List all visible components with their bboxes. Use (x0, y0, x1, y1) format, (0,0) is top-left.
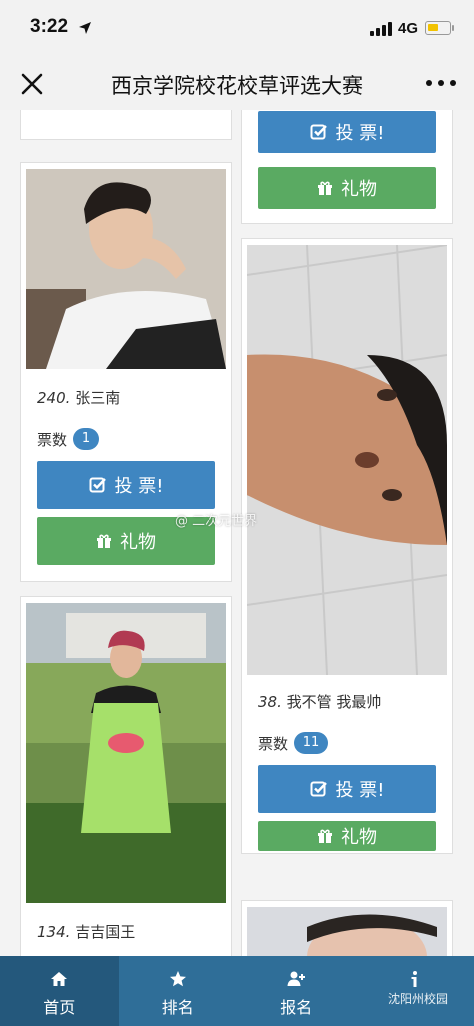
corner-watermark: 沈阳州校园 (388, 992, 449, 1006)
location-arrow-icon (79, 22, 91, 34)
watermark: @ 二次元世界 (175, 514, 258, 529)
contestant-name[interactable]: 134. 吉吉国王 (37, 921, 135, 942)
add-user-icon (287, 971, 306, 986)
more-options-icon[interactable] (426, 80, 456, 88)
vote-label: 投 票! (335, 780, 385, 801)
gift-label: 礼物 (120, 532, 156, 553)
gift-icon (318, 181, 332, 195)
battery-icon (425, 21, 451, 35)
info-icon (411, 971, 417, 987)
contestant-card: 38. 我不管 我最帅 票数 11 投 票! 礼物 (241, 238, 453, 854)
battery-cap (452, 25, 454, 31)
votes-label: 票数 (37, 431, 68, 449)
contestant-photo[interactable] (247, 245, 447, 675)
check-square-icon (310, 124, 327, 140)
vote-button[interactable]: 投 票! (37, 461, 215, 509)
tab-register[interactable]: 报名 (237, 956, 356, 1026)
contestant-card: 134. 吉吉国王 (20, 596, 232, 956)
nav-bar: 西京学院校花校草评选大赛 (0, 58, 474, 110)
network-type: 4G (398, 20, 419, 37)
star-icon (169, 971, 186, 987)
tab-ranking[interactable]: 排名 (119, 956, 238, 1026)
status-bar: 3:22 4G (0, 0, 474, 58)
vote-label: 投 票! (114, 476, 164, 497)
contestant-card: 礼物 (20, 110, 232, 140)
contestant-photo[interactable] (26, 169, 226, 369)
home-icon (51, 972, 68, 986)
vote-button[interactable]: 投 票! (258, 765, 436, 813)
status-time: 3:22 (30, 16, 69, 37)
vote-count-badge: 11 (294, 732, 328, 754)
check-square-icon (310, 781, 327, 797)
tab-label: 首页 (43, 998, 76, 1017)
gift-icon (318, 829, 332, 843)
tab-label: 报名 (280, 998, 313, 1017)
contestant-card: 投 票! 礼物 (241, 110, 453, 224)
vote-label: 投 票! (335, 123, 385, 144)
tab-home[interactable]: 首页 (0, 956, 119, 1026)
signal-icon (370, 22, 392, 36)
gift-icon (97, 534, 111, 548)
gift-button[interactable]: 礼物 (258, 167, 436, 209)
vote-count-badge: 1 (73, 428, 99, 450)
page-title: 西京学院校花校草评选大赛 (111, 74, 363, 98)
contestant-photo[interactable] (247, 907, 447, 956)
tab-label: 排名 (161, 998, 194, 1017)
contestant-name[interactable]: 240. 张三南 (37, 387, 120, 408)
votes-label: 票数 (258, 735, 289, 753)
contestant-grid[interactable]: 礼物 投 票! 礼物 240. 张三南 票数 (0, 110, 474, 956)
close-icon[interactable] (18, 70, 46, 98)
check-square-icon (89, 477, 106, 493)
gift-label: 礼物 (341, 179, 377, 200)
contestant-card (241, 900, 453, 956)
contestant-name[interactable]: 38. 我不管 我最帅 (258, 691, 381, 712)
contestant-photo[interactable] (26, 603, 226, 903)
gift-label: 礼物 (341, 827, 377, 848)
vote-button[interactable]: 投 票! (258, 111, 436, 153)
gift-button[interactable]: 礼物 (258, 821, 436, 851)
